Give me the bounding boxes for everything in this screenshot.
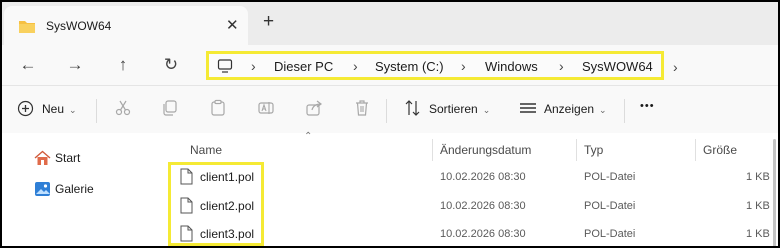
- file-date: 10.02.2026 08:30: [440, 228, 526, 240]
- navigation-bar: ← → ↑ ↻ › Dieser PC › System (C:) › Wind…: [2, 45, 778, 85]
- sort-label: Sortieren: [429, 102, 478, 116]
- refresh-button[interactable]: ↻: [161, 55, 181, 75]
- file-date: 10.02.2026 08:30: [440, 200, 526, 212]
- file-selection-highlight: [168, 162, 264, 246]
- chevron-down-icon: ⌄: [69, 105, 77, 115]
- breadcrumb-chevron[interactable]: ›: [251, 58, 256, 74]
- column-header-type[interactable]: Typ: [584, 143, 603, 157]
- sidebar-item-label: Start: [55, 151, 81, 165]
- column-divider[interactable]: [432, 139, 433, 161]
- column-header-name[interactable]: Name: [190, 143, 222, 157]
- toolbar-divider: [624, 99, 625, 123]
- explorer-window: SysWOW64 ✕ + ← → ↑ ↻ › Dieser PC › Syste…: [0, 0, 780, 248]
- paste-icon[interactable]: [209, 99, 227, 120]
- forward-button[interactable]: →: [65, 55, 85, 75]
- chevron-down-icon: ⌄: [599, 105, 607, 115]
- toolbar-divider: [386, 99, 387, 123]
- new-button[interactable]: Neu ⌄: [42, 102, 77, 116]
- breadcrumb-chevron[interactable]: ›: [559, 58, 564, 74]
- plus-circle-icon: [17, 100, 34, 120]
- column-header-date[interactable]: Änderungsdatum: [440, 143, 531, 157]
- sort-button[interactable]: Sortieren ⌄: [429, 102, 490, 116]
- more-options-button[interactable]: •••: [640, 100, 655, 112]
- view-label: Anzeigen: [544, 102, 595, 116]
- folder-icon: [18, 18, 36, 37]
- file-size: 1 KB: [746, 228, 770, 240]
- file-size: 1 KB: [746, 200, 770, 212]
- title-bar: SysWOW64 ✕ +: [2, 2, 778, 45]
- back-button[interactable]: ←: [18, 55, 38, 75]
- file-row[interactable]: client1.pol 10.02.2026 08:30 POL-Datei 1…: [2, 164, 778, 192]
- share-icon[interactable]: [305, 99, 323, 120]
- breadcrumb-chevron[interactable]: ›: [353, 58, 358, 74]
- tab-title: SysWOW64: [46, 19, 112, 33]
- file-type: POL-Datei: [584, 171, 636, 183]
- new-tab-button[interactable]: +: [263, 11, 274, 33]
- tab-syswow64[interactable]: SysWOW64 ✕: [4, 6, 248, 45]
- monitor-icon: [217, 58, 233, 77]
- breadcrumb-system-c[interactable]: System (C:): [375, 59, 444, 74]
- view-button[interactable]: Anzeigen ⌄: [544, 102, 607, 116]
- sort-icon: [404, 99, 422, 120]
- file-type: POL-Datei: [584, 200, 636, 212]
- breadcrumb-windows[interactable]: Windows: [485, 59, 538, 74]
- file-type: POL-Datei: [584, 228, 636, 240]
- file-row[interactable]: client2.pol 10.02.2026 08:30 POL-Datei 1…: [2, 193, 778, 221]
- close-tab-button[interactable]: ✕: [226, 16, 239, 34]
- file-date: 10.02.2026 08:30: [440, 171, 526, 183]
- vertical-scrollbar[interactable]: [773, 139, 776, 246]
- file-row[interactable]: client3.pol 10.02.2026 08:30 POL-Datei 1…: [2, 221, 778, 246]
- content-area: Start Galerie ⌃ Name Änderungsdatum Typ …: [2, 131, 778, 246]
- breadcrumb-chevron-end[interactable]: ›: [673, 59, 678, 75]
- breadcrumb-chevron[interactable]: ›: [461, 58, 466, 74]
- view-icon: [519, 99, 537, 120]
- column-divider[interactable]: [576, 139, 577, 161]
- up-button[interactable]: ↑: [113, 55, 133, 75]
- rename-icon[interactable]: [257, 99, 275, 120]
- new-label: Neu: [42, 102, 65, 116]
- trash-icon[interactable]: [353, 99, 371, 120]
- breadcrumb-dieser-pc[interactable]: Dieser PC: [274, 59, 333, 74]
- toolbar-divider: [96, 99, 97, 123]
- column-header-size[interactable]: Größe: [703, 143, 737, 157]
- copy-icon[interactable]: [161, 99, 179, 120]
- address-bar[interactable]: › Dieser PC › System (C:) › Windows › Sy…: [206, 51, 664, 80]
- file-size: 1 KB: [746, 171, 770, 183]
- sort-ascending-icon: ⌃: [304, 131, 313, 142]
- command-bar: Neu ⌄ Sortieren ⌄ Anzeigen ⌄ •••: [2, 85, 778, 133]
- cut-icon[interactable]: [114, 99, 132, 120]
- breadcrumb-syswow64[interactable]: SysWOW64: [582, 59, 653, 74]
- chevron-down-icon: ⌄: [482, 105, 491, 115]
- column-divider[interactable]: [695, 139, 696, 161]
